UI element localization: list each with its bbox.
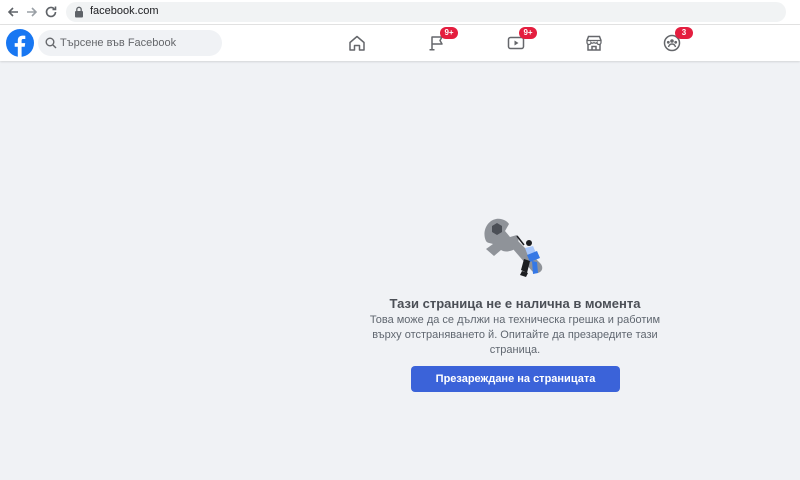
error-description: Това може да се дължи на техническа греш… xyxy=(369,314,661,356)
nav-groups[interactable]: 3 xyxy=(655,27,693,58)
nav-home[interactable] xyxy=(340,28,374,58)
forward-button[interactable] xyxy=(23,3,41,21)
browser-toolbar: facebook.com xyxy=(0,0,800,25)
search-input[interactable] xyxy=(60,30,215,56)
lock-icon xyxy=(75,6,83,18)
back-button[interactable] xyxy=(4,3,22,21)
search-box[interactable] xyxy=(38,30,222,56)
search-icon xyxy=(45,37,57,49)
reload-browser-button[interactable] xyxy=(42,3,60,21)
reload-icon xyxy=(45,6,57,18)
forward-arrow-icon xyxy=(27,7,38,17)
nav-pages[interactable]: 9+ xyxy=(420,27,458,58)
groups-badge: 3 xyxy=(675,27,693,39)
home-icon xyxy=(349,35,365,51)
facebook-header: 9+ 9+ 3 xyxy=(0,25,800,61)
back-arrow-icon xyxy=(7,7,18,17)
facebook-logo-icon[interactable] xyxy=(6,29,34,57)
pages-badge: 9+ xyxy=(440,27,458,39)
error-title: Тази страница не е налична в момента xyxy=(389,296,641,311)
reload-page-button[interactable]: Презареждане на страницата xyxy=(411,366,620,392)
store-icon xyxy=(586,35,602,51)
url-text: facebook.com xyxy=(90,5,159,17)
watch-badge: 9+ xyxy=(519,27,537,39)
nav-marketplace[interactable] xyxy=(577,28,611,58)
address-bar[interactable]: facebook.com xyxy=(66,2,786,22)
broken-page-wrench-icon xyxy=(484,218,543,277)
nav-watch[interactable]: 9+ xyxy=(499,27,537,58)
